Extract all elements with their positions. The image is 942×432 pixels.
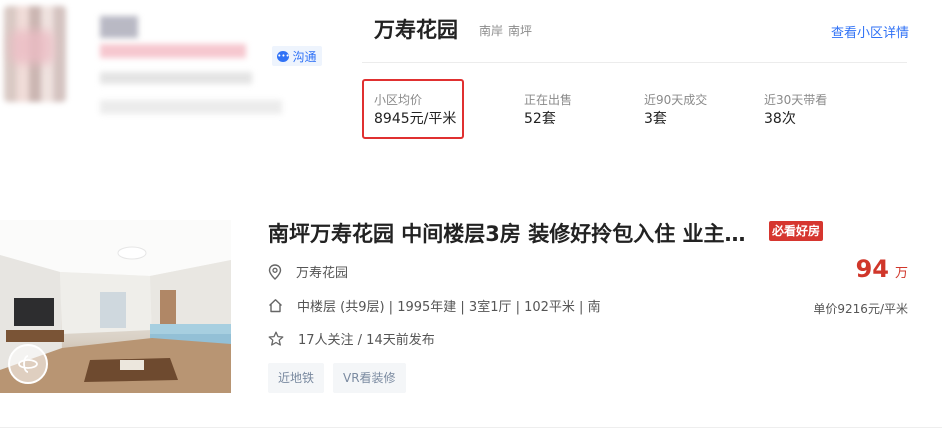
community-district: 南岸	[479, 24, 504, 38]
stat-sold-90d-value: 3套	[644, 111, 667, 127]
listing-community-row: 万寿花园	[268, 262, 348, 281]
chat-button[interactable]: ••• 沟通	[272, 46, 322, 66]
listing-community-link[interactable]: 万寿花园	[296, 262, 348, 281]
chat-icon: •••	[277, 50, 290, 62]
stat-viewings-30d-label: 近30天带看	[764, 93, 828, 107]
total-price: 94 万	[856, 255, 908, 283]
must-see-badge: 必看好房	[769, 221, 824, 241]
stat-sold-90d-label: 近90天成交	[644, 93, 708, 107]
bottom-divider	[0, 427, 942, 428]
agent-name-blurred	[100, 16, 138, 38]
stat-avg-price-label: 小区均价	[374, 93, 423, 107]
agent-info-blurred	[100, 72, 252, 84]
agent-title-blurred	[100, 44, 246, 58]
vr-icon[interactable]	[8, 344, 48, 384]
stat-on-sale-value: 52套	[524, 111, 556, 127]
community-name: 万寿花园	[374, 18, 458, 42]
listing-followers: 17人关注 / 14天前发布	[298, 333, 435, 348]
stat-on-sale-label: 正在出售	[524, 93, 573, 107]
unit-price: 单价9216元/平米	[813, 302, 908, 316]
location-pin-icon	[268, 263, 282, 280]
community-area: 南坪	[508, 24, 533, 38]
listing-follow-row: 17人关注 / 14天前发布	[268, 329, 435, 348]
house-icon	[269, 299, 282, 313]
total-price-number: 94	[855, 255, 889, 283]
agent-avatar-face	[10, 30, 54, 64]
chat-button-label: 沟通	[292, 49, 317, 64]
listing-photo[interactable]	[0, 220, 231, 393]
tag-vr-decoration: VR看装修	[333, 363, 406, 393]
listing-info-row: 中楼层 (共9层) | 1995年建 | 3室1厅 | 102平米 | 南	[268, 296, 601, 315]
community-details-link[interactable]: 查看小区详情	[831, 22, 909, 41]
stat-avg-price-value: 8945元/平米	[374, 111, 457, 127]
star-icon	[268, 331, 284, 346]
agent-phone-blurred	[100, 100, 282, 114]
listing-title[interactable]: 南坪万寿花园 中间楼层3房 装修好拎包入住 业主…	[268, 218, 768, 248]
total-price-unit: 万	[894, 266, 908, 281]
tag-near-subway: 近地铁	[268, 363, 325, 393]
divider	[362, 62, 907, 63]
vr-glyph-icon	[18, 355, 38, 373]
listing-info: 中楼层 (共9层) | 1995年建 | 3室1厅 | 102平米 | 南	[297, 300, 601, 315]
community-location: 南岸 南坪	[479, 22, 537, 39]
stat-viewings-30d-value: 38次	[764, 111, 796, 127]
